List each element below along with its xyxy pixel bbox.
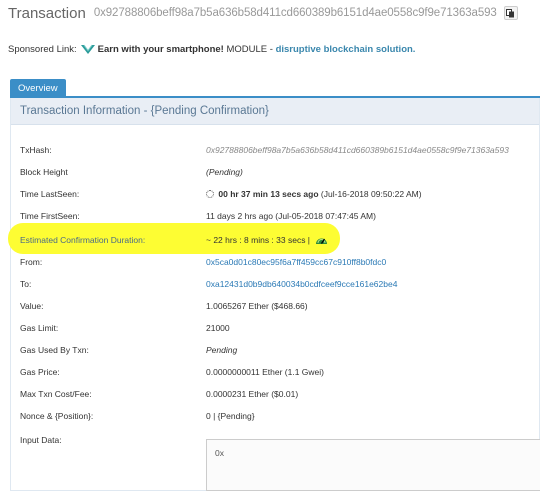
panel-title: Transaction Information - {Pending Confi… xyxy=(11,98,539,125)
label-gas-price: Gas Price: xyxy=(20,367,60,377)
row-max-fee: Max Txn Cost/Fee: 0.0000231 Ether ($0.01… xyxy=(20,387,540,401)
to-address-link[interactable]: 0xa12431d0b9db640034b0cdfceef9cce161e62b… xyxy=(206,277,397,291)
page-title: Transaction xyxy=(8,4,86,22)
value-txhash: 0x92788806beff98a7b5a636b58d411cd660389b… xyxy=(206,145,509,155)
input-data-field[interactable]: 0x xyxy=(206,439,540,491)
value-gas-used: Pending xyxy=(206,345,238,355)
label-to: To: xyxy=(20,279,32,289)
row-first-seen: Time FirstSeen: 11 days 2 hrs ago (Jul-0… xyxy=(20,209,540,223)
label-max-fee: Max Txn Cost/Fee: xyxy=(20,389,92,399)
value-gas-limit: 21000 xyxy=(206,323,230,333)
title-row: Transaction 0x92788806beff98a7b5a636b58d… xyxy=(8,2,518,24)
value-max-fee: 0.0000231 Ether ($0.01) xyxy=(206,389,299,399)
value-amount: 1.0065267 Ether ($468.66) xyxy=(206,301,308,311)
row-est-duration: Estimated Confirmation Duration: ~ 22 hr… xyxy=(20,233,540,247)
row-last-seen: Time LastSeen: 00 hr 37 min 13 secs ago … xyxy=(20,187,540,201)
sponsored-link-text[interactable]: disruptive blockchain solution. xyxy=(276,44,416,55)
value-block-height: (Pending) xyxy=(206,167,243,177)
spinner-icon xyxy=(206,190,214,198)
tab-bar: Overview xyxy=(10,78,66,98)
label-first-seen: Time FirstSeen: xyxy=(20,211,80,221)
module-logo-icon xyxy=(80,44,95,55)
label-last-seen: Time LastSeen: xyxy=(20,189,80,199)
row-nonce: Nonce & {Position}: 0 | {Pending} xyxy=(20,409,540,423)
label-from: From: xyxy=(20,257,43,267)
row-value: Value: 1.0065267 Ether ($468.66) xyxy=(20,299,540,313)
sponsored-middle: MODULE - xyxy=(226,44,273,55)
row-block-height: Block Height (Pending) xyxy=(20,165,540,179)
label-est-duration: Estimated Confirmation Duration: xyxy=(20,235,146,245)
row-gas-limit: Gas Limit: 21000 xyxy=(20,321,540,335)
row-txhash: TxHash: 0x92788806beff98a7b5a636b58d411c… xyxy=(20,143,540,157)
label-input-data: Input Data: xyxy=(20,435,62,445)
value-first-seen: 11 days 2 hrs ago (Jul-05-2018 07:47:45 … xyxy=(206,211,376,221)
value-est-duration: ~ 22 hrs : 8 mins : 33 secs | xyxy=(206,235,311,245)
from-address-link[interactable]: 0x5ca0d01c80ec95f6a7ff459cc67c910ff8b0fd… xyxy=(206,255,386,269)
label-value: Value: xyxy=(20,301,44,311)
label-nonce: Nonce & {Position}: xyxy=(20,411,94,421)
header-tx-hash: 0x92788806beff98a7b5a636b58d411cd660389b… xyxy=(93,7,497,19)
value-last-seen-ago: 00 hr 37 min 13 secs ago xyxy=(218,189,319,199)
row-gas-used: Gas Used By Txn: Pending xyxy=(20,343,540,357)
row-to: To: 0xa12431d0b9db640034b0cdfceef9cce161… xyxy=(20,277,540,291)
sponsored-link: Sponsored Link: Earn with your smartphon… xyxy=(8,44,415,55)
speedometer-icon[interactable] xyxy=(315,235,328,249)
sponsored-headline[interactable]: Earn with your smartphone! xyxy=(98,44,224,55)
value-last-seen-date: (Jul-16-2018 09:50:22 AM) xyxy=(320,189,422,199)
label-gas-used: Gas Used By Txn: xyxy=(20,345,89,355)
value-nonce: 0 | {Pending} xyxy=(206,411,255,421)
label-txhash: TxHash: xyxy=(20,145,52,155)
copy-icon[interactable] xyxy=(503,6,518,20)
label-gas-limit: Gas Limit: xyxy=(20,323,59,333)
value-est-duration-wrap: ~ 22 hrs : 8 mins : 33 secs | xyxy=(206,233,328,249)
input-data-value: 0x xyxy=(215,448,224,458)
row-from: From: 0x5ca0d01c80ec95f6a7ff459cc67c910f… xyxy=(20,255,540,269)
label-block-height: Block Height xyxy=(20,167,68,177)
sponsored-label: Sponsored Link: xyxy=(8,44,77,55)
value-last-seen: 00 hr 37 min 13 secs ago (Jul-16-2018 09… xyxy=(206,187,422,201)
row-gas-price: Gas Price: 0.0000000011 Ether (1.1 Gwei) xyxy=(20,365,540,379)
value-gas-price: 0.0000000011 Ether (1.1 Gwei) xyxy=(206,367,324,377)
